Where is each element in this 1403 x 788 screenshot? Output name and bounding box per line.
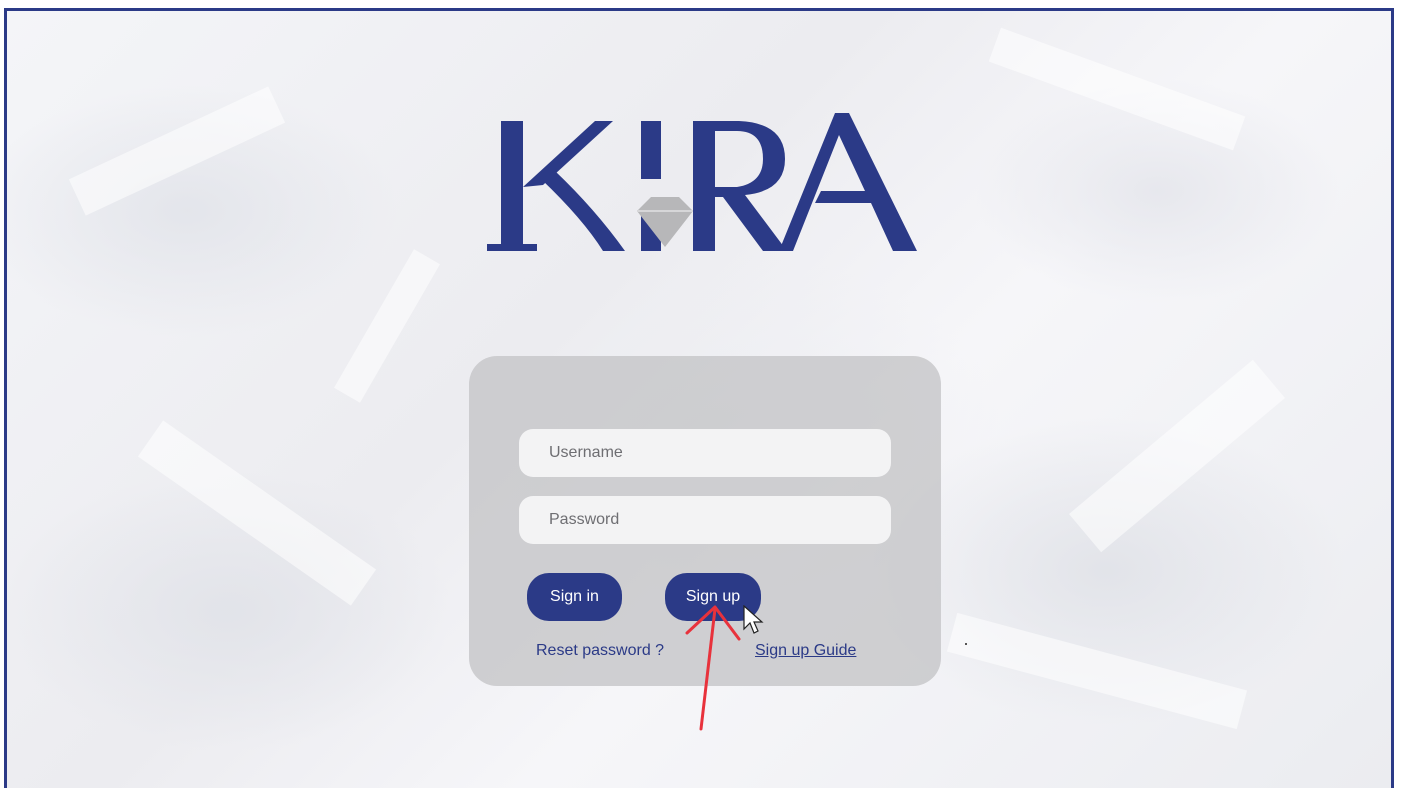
background-shard [988, 27, 1246, 151]
sign-in-button[interactable]: Sign in [527, 573, 622, 621]
kira-logo [487, 113, 917, 251]
background-shard [946, 612, 1248, 730]
reset-password-link[interactable]: Reset password ? [536, 642, 664, 660]
password-input[interactable] [519, 496, 891, 544]
background-shard [137, 420, 377, 606]
username-input[interactable] [519, 429, 891, 477]
background-shard [334, 249, 440, 403]
background-shard [1069, 359, 1285, 553]
annotation-arrow-icon [685, 605, 741, 731]
page-frame: Sign in Sign up Reset password ? Sign up… [4, 8, 1394, 788]
stray-dot [965, 643, 967, 645]
sign-up-guide-link[interactable]: Sign up Guide [755, 642, 856, 660]
background-shard [68, 86, 286, 216]
